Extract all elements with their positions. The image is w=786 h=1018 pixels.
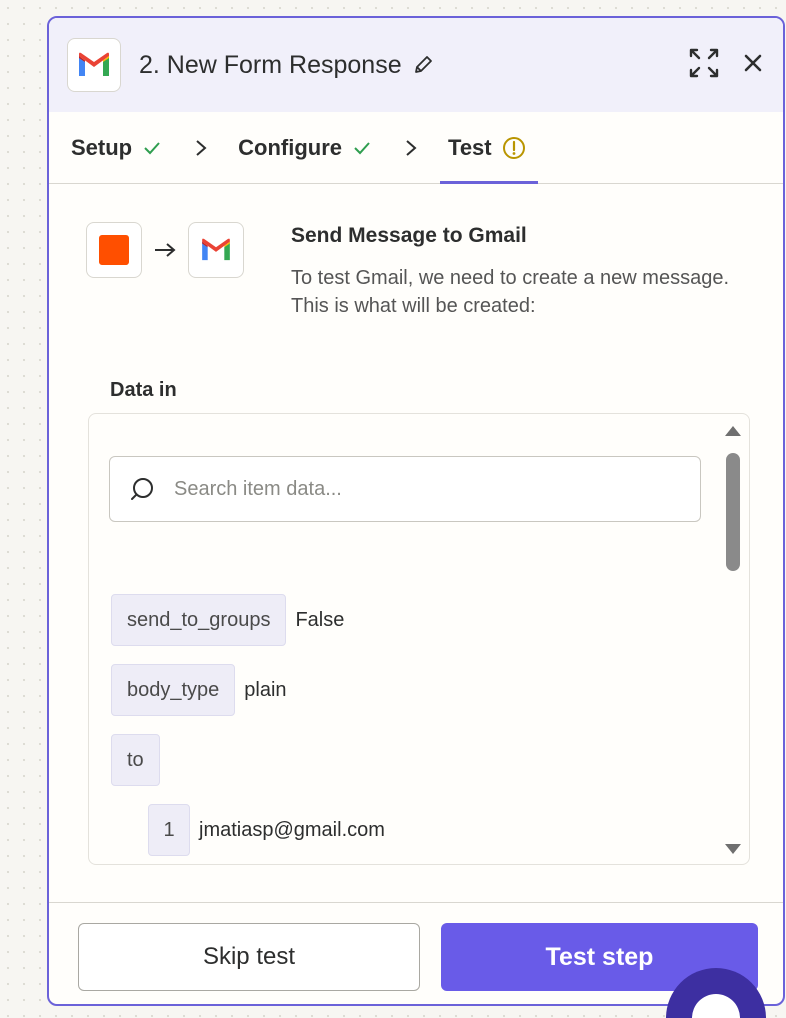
- scrollbar[interactable]: [723, 420, 743, 860]
- skip-test-button[interactable]: Skip test: [78, 923, 420, 991]
- data-tabs: Data in: [102, 368, 185, 426]
- data-row: send_to_groups False: [111, 594, 344, 646]
- search-field[interactable]: [109, 456, 701, 522]
- close-icon[interactable]: [743, 53, 763, 73]
- expand-icon[interactable]: [687, 46, 721, 80]
- search-icon: [131, 478, 153, 500]
- pencil-icon[interactable]: [412, 54, 434, 76]
- tab-test[interactable]: Test: [440, 112, 538, 184]
- step-panel: 2. New Form Response Setup Configure Tes…: [47, 16, 785, 1006]
- summary-title: Send Message to Gmail: [291, 224, 527, 247]
- scroll-down-arrow-icon[interactable]: [725, 844, 741, 854]
- panel-title-text: 2. New Form Response: [139, 50, 402, 79]
- header-actions: [687, 46, 763, 80]
- tab-test-label: Test: [448, 134, 492, 160]
- chevron-right-icon: [196, 139, 207, 156]
- data-row: to: [111, 734, 160, 786]
- data-in-panel: send_to_groups False body_type plain to …: [88, 413, 750, 865]
- data-key[interactable]: to: [111, 734, 160, 786]
- app-flow: [86, 222, 244, 278]
- check-icon: [144, 141, 160, 154]
- search-input[interactable]: [174, 477, 654, 501]
- data-key[interactable]: body_type: [111, 664, 236, 716]
- warning-icon: [502, 136, 525, 159]
- data-row-nested: 1 jmatiasp@gmail.com: [148, 804, 385, 856]
- scrollbar-thumb[interactable]: [726, 453, 740, 571]
- data-value: False: [295, 608, 345, 631]
- gmail-icon: [188, 222, 244, 278]
- data-value: jmatiasp@gmail.com: [199, 818, 385, 841]
- panel-title: 2. New Form Response: [139, 51, 434, 80]
- gmail-icon: [67, 38, 121, 92]
- tab-setup-label: Setup: [71, 134, 133, 160]
- trigger-app-icon: [86, 222, 142, 278]
- summary-text: Send Message to Gmail To test Gmail, we …: [291, 224, 731, 320]
- panel-header: 2. New Form Response: [49, 18, 783, 112]
- tab-configure[interactable]: Configure: [238, 112, 372, 183]
- tab-data-in[interactable]: Data in: [102, 368, 185, 426]
- orange-square-icon: [99, 235, 129, 265]
- chevron-right-icon: [406, 139, 417, 156]
- data-index[interactable]: 1: [148, 804, 190, 856]
- check-icon: [354, 141, 370, 154]
- step-navigation: Setup Configure Test: [49, 112, 783, 184]
- tab-setup[interactable]: Setup: [71, 112, 162, 183]
- tab-configure-label: Configure: [238, 134, 343, 160]
- arrow-right-icon: [155, 243, 176, 257]
- data-row: body_type plain: [111, 664, 287, 716]
- data-value: plain: [244, 678, 287, 701]
- summary-description: To test Gmail, we need to create a new m…: [291, 267, 729, 317]
- scroll-up-arrow-icon[interactable]: [725, 426, 741, 436]
- data-key[interactable]: send_to_groups: [111, 594, 287, 646]
